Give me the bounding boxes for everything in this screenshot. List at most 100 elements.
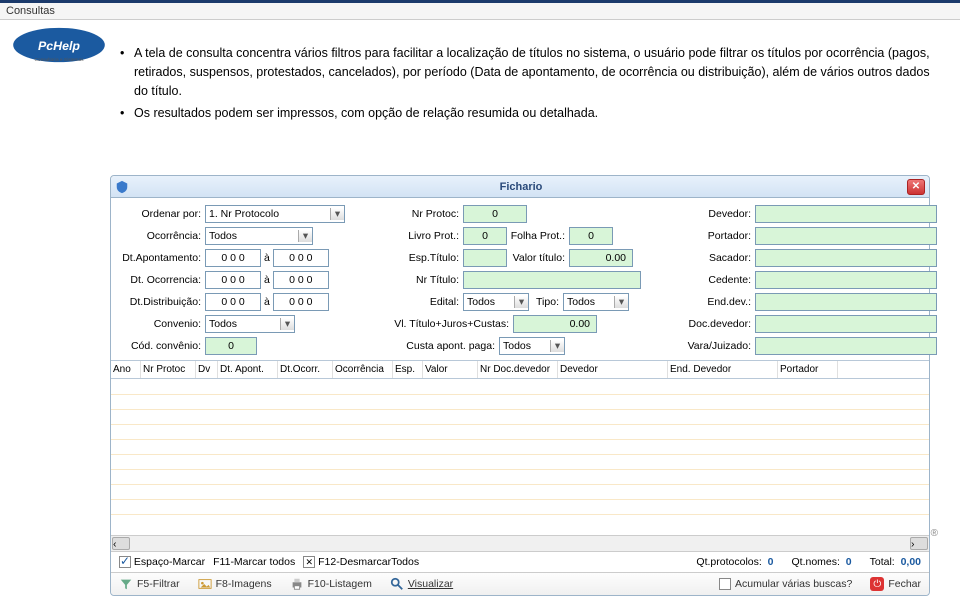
val-total: 0,00: [901, 556, 921, 568]
enddev-input[interactable]: [755, 293, 937, 311]
checkbox-icon: [719, 578, 731, 590]
col-ocorr[interactable]: Ocorrência: [333, 361, 393, 378]
vljuros-input[interactable]: [513, 315, 597, 333]
fechar-button[interactable]: ⏻Fechar: [870, 577, 921, 591]
col-esp[interactable]: Esp.: [393, 361, 423, 378]
lbl-nrprotoc: Nr Protoc:: [393, 208, 463, 220]
registered-mark: ®: [931, 528, 938, 539]
val-qtprot: 0: [768, 556, 774, 568]
dtdist-to[interactable]: [273, 293, 329, 311]
grid-header: Ano Nr Protoc Dv Dt. Apont. Dt.Ocorr. Oc…: [111, 360, 929, 379]
lbl-valor: Valor título:: [507, 252, 569, 264]
edital-select[interactable]: Todos▾: [463, 293, 529, 311]
lbl-convenio: Convenio:: [119, 318, 205, 330]
svg-text:Consultoria e Sistemas: Consultoria e Sistemas: [34, 57, 84, 63]
pchelp-logo: PcHelp Consultoria e Sistemas: [10, 24, 108, 66]
convenio-select[interactable]: Todos▾: [205, 315, 295, 333]
slide-header: Consultas: [0, 3, 960, 20]
status-bar: Espaço-Marcar F11-Marcar todos ✕ F12-Des…: [111, 551, 929, 572]
dtdist-from[interactable]: [205, 293, 261, 311]
livro-input[interactable]: [463, 227, 507, 245]
col-enddev[interactable]: End. Devedor: [668, 361, 778, 378]
col-devedor[interactable]: Devedor: [558, 361, 668, 378]
lbl-ocorrencia: Ocorrência:: [119, 230, 205, 242]
chevron-down-icon: ▾: [614, 296, 628, 308]
espaco-marcar: Espaço-Marcar: [119, 556, 205, 568]
chevron-down-icon: ▾: [514, 296, 528, 308]
lbl-vljuros: Vl. Título+Juros+Custas:: [393, 318, 513, 330]
ordenar-select[interactable]: 1. Nr Protocolo▾: [205, 205, 345, 223]
tipo-select[interactable]: Todos▾: [563, 293, 629, 311]
custa-select[interactable]: Todos▾: [499, 337, 565, 355]
search-icon: [390, 577, 404, 591]
chevron-down-icon: ▾: [330, 208, 344, 220]
power-icon: ⏻: [870, 577, 884, 591]
dtocor-to[interactable]: [273, 271, 329, 289]
docdev-input[interactable]: [755, 315, 937, 333]
col-nrprotoc[interactable]: Nr Protoc: [141, 361, 196, 378]
lbl-enddev: End.dev.:: [677, 296, 755, 308]
close-button[interactable]: ✕: [907, 179, 925, 195]
lbl-livro: Livro Prot.:: [393, 230, 463, 242]
lbl-edital: Edital:: [393, 296, 463, 308]
visualizar-button[interactable]: Visualizar: [390, 577, 453, 591]
dtapont-to[interactable]: [273, 249, 329, 267]
val-qtnomes: 0: [846, 556, 852, 568]
lbl-cedente: Cedente:: [677, 274, 755, 286]
slide-content: A tela de consulta concentra vários filt…: [120, 44, 960, 123]
portador-input[interactable]: [755, 227, 937, 245]
svg-text:PcHelp: PcHelp: [38, 39, 80, 53]
valor-input[interactable]: [569, 249, 633, 267]
lbl-docdev: Doc.devedor:: [677, 318, 755, 330]
f12-desmarcar: ✕ F12-DesmarcarTodos: [303, 556, 419, 568]
col-portador[interactable]: Portador: [778, 361, 838, 378]
lbl-esp: Esp.Título:: [393, 252, 463, 264]
dtapont-from[interactable]: [205, 249, 261, 267]
vara-input[interactable]: [755, 337, 937, 355]
chevron-down-icon: ▾: [550, 340, 564, 352]
col-dtapont[interactable]: Dt. Apont.: [218, 361, 278, 378]
col-dtocorr[interactable]: Dt.Ocorr.: [278, 361, 333, 378]
lbl-codconv: Cód. convênio:: [119, 340, 205, 352]
nrprotoc-input[interactable]: [463, 205, 527, 223]
f5-filtrar-button[interactable]: F5-Filtrar: [119, 577, 180, 591]
filter-icon: [119, 577, 133, 591]
col-valor[interactable]: Valor: [423, 361, 478, 378]
lbl-nrtitulo: Nr Título:: [393, 274, 463, 286]
sacador-input[interactable]: [755, 249, 937, 267]
col-nrdoc[interactable]: Nr Doc.devedor: [478, 361, 558, 378]
filter-panel: Ordenar por:1. Nr Protocolo▾ Nr Protoc: …: [111, 198, 929, 360]
acumular-checkbox[interactable]: Acumular várias buscas?: [719, 578, 852, 590]
folha-input[interactable]: [569, 227, 613, 245]
print-icon: [290, 577, 304, 591]
app-icon: [115, 180, 129, 194]
dtocor-from[interactable]: [205, 271, 261, 289]
lbl-qtnomes: Qt.nomes:: [791, 556, 839, 568]
esp-input[interactable]: [463, 249, 507, 267]
f8-imagens-button[interactable]: F8-Imagens: [198, 577, 272, 591]
codconv-input[interactable]: [205, 337, 257, 355]
h-scrollbar[interactable]: ‹›: [111, 535, 929, 551]
check-icon: [119, 556, 131, 568]
cedente-input[interactable]: [755, 271, 937, 289]
scroll-left-icon[interactable]: ‹: [112, 537, 130, 550]
chevron-down-icon: ▾: [280, 318, 294, 330]
f10-listagem-button[interactable]: F10-Listagem: [290, 577, 372, 591]
bullet-2: Os resultados podem ser impressos, com o…: [120, 104, 940, 123]
lbl-qtprot: Qt.protocolos:: [696, 556, 761, 568]
f11-marcar: F11-Marcar todos: [213, 556, 295, 568]
window-title: Fichario: [135, 181, 907, 193]
lbl-dtdist: Dt.Distribuição:: [119, 296, 205, 308]
titlebar[interactable]: Fichario ✕: [111, 176, 929, 198]
col-ano[interactable]: Ano: [111, 361, 141, 378]
devedor-input[interactable]: [755, 205, 937, 223]
lbl-vara: Vara/Juizado:: [677, 340, 755, 352]
ocorrencia-select[interactable]: Todos▾: [205, 227, 313, 245]
footer-toolbar: F5-Filtrar F8-Imagens F10-Listagem Visua…: [111, 572, 929, 595]
scroll-right-icon[interactable]: ›: [910, 537, 928, 550]
lbl-devedor: Devedor:: [677, 208, 755, 220]
grid-body[interactable]: [111, 379, 929, 535]
nrtitulo-input[interactable]: [463, 271, 641, 289]
lbl-portador: Portador:: [677, 230, 755, 242]
col-dv[interactable]: Dv: [196, 361, 218, 378]
